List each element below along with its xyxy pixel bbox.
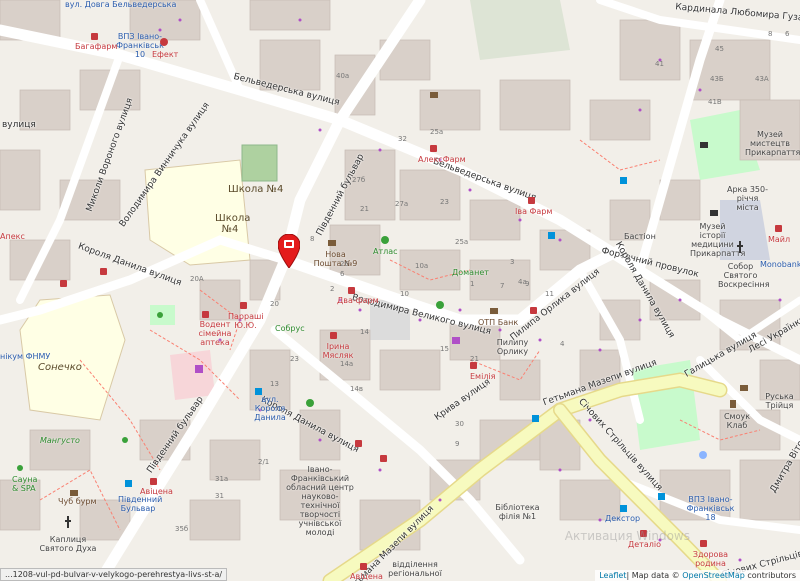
poi-label: Собор Святого Воскресіння <box>718 262 770 289</box>
poi-label: Бібліотека філія №1 <box>495 503 540 521</box>
house-number: 40а <box>336 72 350 80</box>
poi-label: Руська Трійця <box>765 392 794 410</box>
attribution-text: | Map data © <box>626 571 683 580</box>
poi-label: Школа №4 <box>215 213 251 235</box>
house-number: 31а <box>215 475 229 483</box>
house-number: 14 <box>360 328 369 336</box>
house-number: 25а <box>455 238 469 246</box>
poi-label: Два-фарм <box>337 296 379 305</box>
poi-label: Бастіон <box>624 232 656 241</box>
house-number: 27б <box>352 176 366 184</box>
poi-label: Атлас <box>373 247 398 256</box>
poi-label: Школа №4 <box>228 184 284 195</box>
house-number: 20А <box>190 275 204 283</box>
house-number: 41В <box>708 98 722 106</box>
poi-label: АлексФарм <box>418 155 466 164</box>
poi-label: Апекс <box>0 232 25 241</box>
map-canvas[interactable]: Бельведерська вулиця Бельведерська вулиц… <box>0 0 800 581</box>
poi-label: Парраші Ю.Ю. <box>228 312 264 330</box>
poi-label: Пилипу Орлику <box>496 338 529 356</box>
house-number: 43А <box>755 75 769 83</box>
poi-label: Доманет <box>452 268 489 277</box>
house-number: 6 <box>785 30 790 38</box>
house-number: 31 <box>215 492 224 500</box>
poi-label: ОТП Банк <box>478 318 519 327</box>
location-pin-icon[interactable] <box>278 234 300 268</box>
poi-label: Чуб бурм <box>58 497 97 506</box>
poi-label: Сонечко <box>38 362 82 373</box>
house-number: 21 <box>470 355 479 363</box>
poi-label: Багафарм <box>75 42 118 51</box>
leaflet-link[interactable]: Leaflet <box>599 571 626 580</box>
house-number: 2/1 <box>258 458 270 466</box>
house-number: 27а <box>395 200 409 208</box>
house-number: 23 <box>440 198 449 206</box>
poi-label: Авіцена <box>350 572 383 581</box>
os-watermark: Активация Windows <box>564 529 690 543</box>
house-number: 2 <box>330 285 335 293</box>
attribution-contrib: contributors <box>744 571 796 580</box>
osm-link[interactable]: OpenStreetMap <box>682 571 745 580</box>
house-number: 10 <box>400 290 409 298</box>
poi-label: Здорова родина <box>692 550 729 568</box>
house-number: 30 <box>455 420 464 428</box>
poi-label: Ірина Мясляк <box>322 342 354 360</box>
house-number: 25а <box>430 128 444 136</box>
poi-label: вул. Довга Бельведерська <box>65 0 177 9</box>
poi-label: Арка 350-річчя міста <box>727 185 768 212</box>
status-url: ...1208-vul-pd-bulvar-v-velykogo-perehre… <box>0 568 228 581</box>
poi-label: Емілія <box>470 372 496 381</box>
house-number: 10а <box>415 262 429 270</box>
house-number: 43Б <box>710 75 724 83</box>
house-number: 32 <box>398 135 407 143</box>
poi-label: Декстор <box>605 514 641 523</box>
poi-label: Південний Бульвар <box>118 495 163 513</box>
poi-label: Івано-Франківський обласний центр науков… <box>286 465 354 537</box>
poi-label: Каплиця Святого Духа <box>39 535 97 553</box>
poi-label: Собрус <box>275 324 305 333</box>
map-attribution: Leaflet| Map data © OpenStreetMap contri… <box>595 570 800 581</box>
house-number: 35б <box>175 525 189 533</box>
house-number: 23 <box>290 355 299 363</box>
house-number: 8 <box>310 235 315 243</box>
poi-label: Музей мистецтв Прикарпаття <box>745 130 800 157</box>
house-number: 20 <box>270 300 279 308</box>
house-number: 13 <box>270 380 279 388</box>
poi-label: Іва Фарм <box>515 207 553 216</box>
house-number: 15 <box>440 345 449 353</box>
poi-label: ВПЗ Івано-Франківськ 18 <box>686 495 735 522</box>
house-number: 11 <box>545 290 554 298</box>
poi-label: Ефект <box>152 50 179 59</box>
house-number: 8 <box>768 30 773 38</box>
poi-label: нікум ФНМУ <box>0 352 51 361</box>
poi-label: Сауна & SPA <box>12 475 38 493</box>
poi-label: Музей історії медицини Прикарпаття <box>690 222 746 258</box>
house-number: 14а <box>340 360 354 368</box>
house-number: 26 <box>340 260 349 268</box>
house-number: 14в <box>350 385 364 393</box>
house-number: 21 <box>360 205 369 213</box>
house-number: 9 <box>455 440 460 448</box>
poi-label: Майл <box>768 235 791 244</box>
house-number: 1 <box>470 280 475 288</box>
poi-label: Мангусто <box>40 436 80 445</box>
poi-label: вул. Короля Данила <box>254 395 286 422</box>
poi-label: Смоук Клаб <box>723 412 751 430</box>
house-number: 41 <box>655 60 664 68</box>
poi-label: Monobank <box>760 260 800 269</box>
poi-label: відділення регіональної <box>388 560 442 578</box>
house-number: 9 <box>525 280 530 288</box>
house-number: 3 <box>510 258 515 266</box>
house-number: 7 <box>500 282 505 290</box>
street-label: вулиця <box>2 120 36 130</box>
house-number: 6 <box>340 270 345 278</box>
poi-label: Нова Пошта №9 <box>313 250 358 268</box>
house-number: 4 <box>560 340 565 348</box>
house-number: 45 <box>715 45 724 53</box>
